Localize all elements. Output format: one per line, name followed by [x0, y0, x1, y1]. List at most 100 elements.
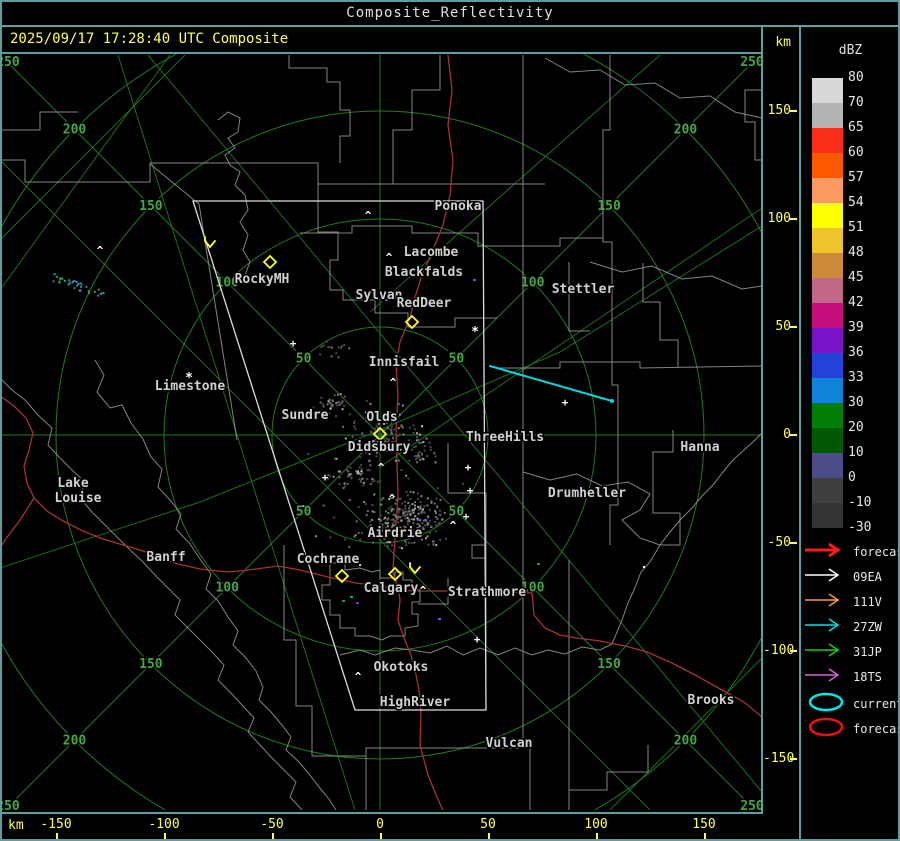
right-axis-label: -100 — [763, 643, 795, 658]
cell-caret-marker: ^ — [386, 251, 393, 264]
legend-row: forecast — [801, 716, 898, 740]
ring-distance-label: 50 — [296, 352, 312, 367]
bottom-axis-tick — [56, 833, 58, 839]
right-axis-tick — [790, 218, 797, 220]
colorbar-block — [812, 128, 843, 153]
cell-caret-marker: ^ — [365, 209, 372, 222]
right-axis-label: 100 — [767, 211, 791, 226]
legend-label: 18TS — [853, 670, 882, 684]
ring-distance-label: 150 — [597, 657, 621, 672]
bottom-axis-label: -100 — [148, 817, 180, 832]
colorbar-block — [812, 328, 843, 353]
bottom-axis-tick — [272, 833, 274, 839]
city-label: Innisfail — [369, 355, 439, 370]
colorbar-value-label: 48 — [848, 245, 864, 260]
city-label: Sundre — [282, 408, 329, 423]
track-arrow-icon — [805, 542, 841, 558]
bottom-axis-tick — [488, 833, 490, 839]
right-axis-label: -150 — [763, 751, 795, 766]
legend-panel: dBZ 80 70 65 60 57 54 51 48 45 42 39 36 33 30 20 10 0 -10… — [799, 27, 900, 839]
colorbar-value-label: 0 — [848, 470, 856, 485]
legend-row: forecast — [801, 541, 898, 565]
city-label: Limestone — [155, 379, 226, 394]
bottom-axis-label: -150 — [40, 817, 72, 832]
cell-plus-marker: + — [474, 633, 481, 646]
right-axis-label: 0 — [783, 427, 791, 442]
right-axis-label: 150 — [767, 103, 791, 118]
cell-plus-marker: + — [467, 484, 474, 497]
cell-caret-marker: ^ — [450, 519, 457, 532]
colorbar-value-label: 57 — [848, 170, 864, 185]
ring-distance-label: 250 — [740, 799, 761, 810]
city-label: Strathmore — [448, 585, 526, 600]
city-label: Cochrane — [297, 552, 360, 567]
legend-label: 111V — [853, 595, 882, 609]
city-label: Banff — [146, 550, 185, 565]
bottom-axis-label: 0 — [376, 817, 384, 832]
right-axis-tick — [790, 434, 797, 436]
city-label: Airdrie — [368, 526, 423, 541]
city-label: RedDeer — [397, 296, 452, 311]
ring-distance-label: 150 — [597, 199, 621, 214]
colorbar-block — [812, 428, 843, 453]
colorbar-value-label: 80 — [848, 70, 864, 85]
colorbar-block — [812, 153, 843, 178]
colorbar-value-label: 33 — [848, 370, 864, 385]
cell-caret-marker: ^ — [420, 584, 427, 597]
radar-map[interactable]: 50 5050 50100 100100 100150 150150 150200 20020… — [2, 54, 761, 810]
colorbar-block — [812, 178, 843, 203]
cell-plus-marker: + — [463, 510, 470, 523]
city-label: Okotoks — [374, 660, 429, 675]
colorbar-value-label: 51 — [848, 220, 864, 235]
colorbar-block — [812, 253, 843, 278]
bottom-axis-tick — [704, 833, 706, 839]
colorbar-value-label: 65 — [848, 120, 864, 135]
colorbar-block — [812, 228, 843, 253]
colorbar-block — [812, 503, 843, 528]
city-label: Sylvan — [356, 288, 403, 303]
radar-application-window: Composite_Reflectivity 2025/09/17 17:28:… — [0, 0, 900, 841]
ring-distance-label: 200 — [63, 733, 87, 748]
ring-distance-label: 250 — [2, 55, 20, 70]
city-label: RockyMH — [235, 272, 290, 287]
right-axis-label: -50 — [767, 535, 791, 550]
right-axis-tick — [790, 758, 797, 760]
legend-label: forecast — [853, 722, 898, 736]
city-label: HighRiver — [380, 695, 451, 710]
colorbar-value-label: -10 — [848, 495, 872, 510]
map-region: 2025/09/17 17:28:40 UTC Composite 50 50 50… — [2, 27, 763, 814]
legend-label: forecast — [853, 545, 898, 559]
right-axis: km 150 100 50 0 -50 -100 -150 — [763, 27, 799, 814]
city-label: Lacombe — [404, 245, 459, 260]
timestamp-label: 2025/09/17 17:28:40 UTC Composite — [2, 27, 761, 54]
legend-row: 18TS — [801, 666, 898, 690]
cell-plus-marker: + — [465, 461, 472, 474]
colorbar-block — [812, 103, 843, 128]
colorbar-block — [812, 353, 843, 378]
ring-distance-label: 100 — [521, 275, 545, 290]
track-arrow-icon — [805, 618, 840, 632]
colorbar-value-label: 45 — [848, 270, 864, 285]
legend-label: 27ZW — [853, 620, 882, 634]
city-label: Brooks — [688, 693, 735, 708]
legend-label: current — [853, 697, 900, 711]
colorbar-value-label: 30 — [848, 395, 864, 410]
right-axis-label: 50 — [775, 319, 791, 334]
colorbar-block — [812, 278, 843, 303]
track-arrow-icon — [805, 568, 840, 582]
track-arrow-icon — [805, 668, 840, 682]
cell-caret-marker: ^ — [390, 376, 397, 389]
cell-caret-marker: ^ — [97, 244, 104, 257]
ring-distance-label: 200 — [674, 733, 698, 748]
colorbar-value-label: 39 — [848, 320, 864, 335]
cell-plus-marker: + — [290, 337, 297, 350]
bottom-axis-label: 100 — [584, 817, 608, 832]
colorbar-block — [812, 78, 843, 103]
bottom-axis-tick — [596, 833, 598, 839]
colorbar-value-label: 20 — [848, 420, 864, 435]
ring-distance-label: 150 — [139, 199, 163, 214]
colorbar-block — [812, 378, 843, 403]
colorbar-value-label: 42 — [848, 295, 864, 310]
colorbar-block — [812, 203, 843, 228]
city-label: Vulcan — [486, 736, 533, 751]
